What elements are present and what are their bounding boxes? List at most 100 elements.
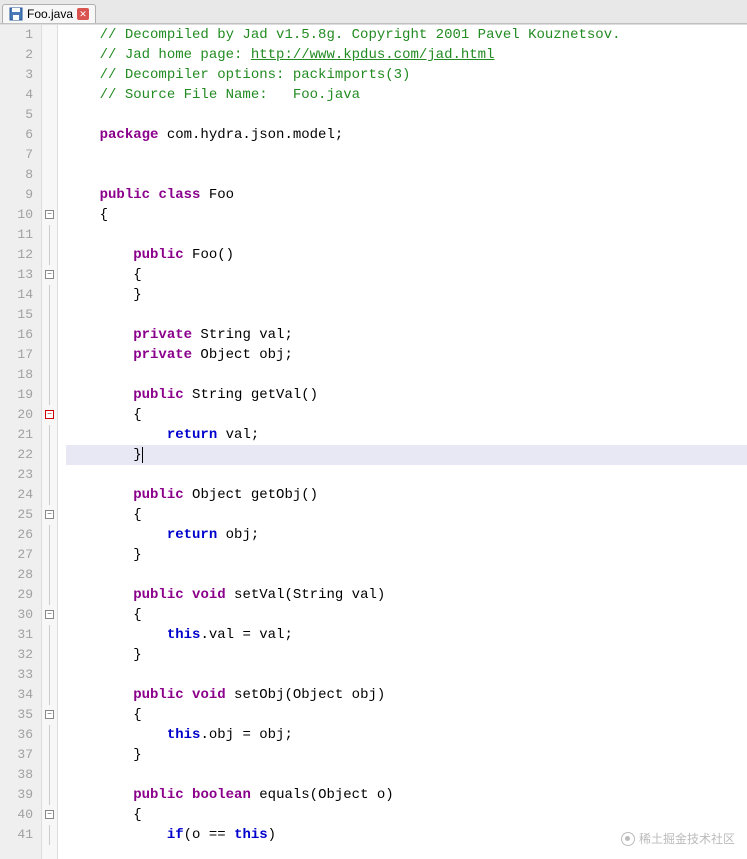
code-area[interactable]: // Decompiled by Jad v1.5.8g. Copyright … bbox=[58, 25, 747, 859]
code-token bbox=[66, 687, 133, 703]
line-number: 23 bbox=[0, 465, 33, 485]
fold-cell bbox=[42, 245, 57, 265]
code-token: private bbox=[133, 327, 192, 343]
code-line[interactable]: public boolean equals(Object o) bbox=[66, 785, 747, 805]
code-line[interactable]: private String val; bbox=[66, 325, 747, 345]
line-number: 29 bbox=[0, 585, 33, 605]
code-token: { bbox=[66, 407, 142, 423]
code-line[interactable]: { bbox=[66, 505, 747, 525]
line-number: 18 bbox=[0, 365, 33, 385]
code-line[interactable] bbox=[66, 305, 747, 325]
fold-toggle-icon[interactable]: − bbox=[45, 710, 54, 719]
code-line[interactable]: // Jad home page: http://www.kpdus.com/j… bbox=[66, 45, 747, 65]
code-token: return bbox=[167, 527, 217, 543]
save-icon bbox=[9, 7, 23, 21]
fold-cell bbox=[42, 625, 57, 645]
fold-cell bbox=[42, 565, 57, 585]
code-line[interactable]: // Source File Name: Foo.java bbox=[66, 85, 747, 105]
code-line[interactable] bbox=[66, 465, 747, 485]
code-token bbox=[66, 627, 167, 643]
code-token: if bbox=[167, 827, 184, 843]
fold-toggle-icon[interactable]: − bbox=[45, 510, 54, 519]
code-line[interactable] bbox=[66, 105, 747, 125]
code-line[interactable]: public String getVal() bbox=[66, 385, 747, 405]
code-token: public bbox=[133, 587, 183, 603]
line-number: 4 bbox=[0, 85, 33, 105]
code-token bbox=[66, 127, 100, 143]
code-line[interactable]: this.val = val; bbox=[66, 625, 747, 645]
code-line[interactable]: } bbox=[66, 285, 747, 305]
code-line[interactable] bbox=[66, 665, 747, 685]
fold-toggle-icon[interactable]: − bbox=[45, 610, 54, 619]
text-caret bbox=[142, 447, 143, 463]
code-token: public bbox=[133, 247, 183, 263]
code-token: Foo() bbox=[184, 247, 234, 263]
code-token: this bbox=[167, 627, 201, 643]
code-line[interactable]: } bbox=[66, 745, 747, 765]
line-number: 27 bbox=[0, 545, 33, 565]
code-line[interactable]: private Object obj; bbox=[66, 345, 747, 365]
code-token: Object obj; bbox=[192, 347, 293, 363]
file-tab[interactable]: Foo.java ✕ bbox=[2, 4, 96, 23]
fold-cell: − bbox=[42, 505, 57, 525]
code-line[interactable] bbox=[66, 365, 747, 385]
code-line[interactable]: return val; bbox=[66, 425, 747, 445]
code-token bbox=[66, 827, 167, 843]
fold-toggle-icon[interactable]: − bbox=[45, 410, 54, 419]
close-icon[interactable]: ✕ bbox=[77, 8, 89, 20]
code-line[interactable] bbox=[66, 225, 747, 245]
code-token: String val; bbox=[192, 327, 293, 343]
fold-toggle-icon[interactable]: − bbox=[45, 270, 54, 279]
code-line[interactable]: public void setObj(Object obj) bbox=[66, 685, 747, 705]
code-line[interactable]: { bbox=[66, 805, 747, 825]
fold-toggle-icon[interactable]: − bbox=[45, 810, 54, 819]
code-line[interactable] bbox=[66, 165, 747, 185]
line-number: 31 bbox=[0, 625, 33, 645]
fold-cell bbox=[42, 145, 57, 165]
code-line[interactable] bbox=[66, 145, 747, 165]
code-line[interactable] bbox=[66, 565, 747, 585]
code-line[interactable]: } bbox=[66, 645, 747, 665]
fold-cell bbox=[42, 385, 57, 405]
code-line[interactable]: return obj; bbox=[66, 525, 747, 545]
code-line[interactable]: this.obj = obj; bbox=[66, 725, 747, 745]
code-line[interactable]: // Decompiled by Jad v1.5.8g. Copyright … bbox=[66, 25, 747, 45]
code-token: com.hydra.json.model; bbox=[158, 127, 343, 143]
code-token: { bbox=[66, 267, 142, 283]
code-token bbox=[66, 327, 133, 343]
code-line[interactable]: // Decompiler options: packimports(3) bbox=[66, 65, 747, 85]
code-line[interactable]: public Object getObj() bbox=[66, 485, 747, 505]
code-token: public bbox=[133, 787, 183, 803]
line-number: 6 bbox=[0, 125, 33, 145]
fold-cell bbox=[42, 665, 57, 685]
code-line[interactable]: public class Foo bbox=[66, 185, 747, 205]
code-token bbox=[66, 387, 133, 403]
code-line[interactable] bbox=[66, 765, 747, 785]
code-token: class bbox=[158, 187, 200, 203]
line-number: 28 bbox=[0, 565, 33, 585]
fold-cell bbox=[42, 465, 57, 485]
code-token: public bbox=[133, 487, 183, 503]
code-line[interactable]: package com.hydra.json.model; bbox=[66, 125, 747, 145]
code-token: ) bbox=[268, 827, 276, 843]
fold-toggle-icon[interactable]: − bbox=[45, 210, 54, 219]
code-token: package bbox=[100, 127, 159, 143]
code-line[interactable]: { bbox=[66, 605, 747, 625]
code-line[interactable]: } bbox=[66, 545, 747, 565]
fold-cell bbox=[42, 125, 57, 145]
fold-cell bbox=[42, 585, 57, 605]
line-number: 21 bbox=[0, 425, 33, 445]
line-number: 19 bbox=[0, 385, 33, 405]
fold-cell bbox=[42, 645, 57, 665]
code-line[interactable]: public void setVal(String val) bbox=[66, 585, 747, 605]
fold-cell bbox=[42, 165, 57, 185]
code-token: equals(Object o) bbox=[251, 787, 394, 803]
code-line[interactable]: { bbox=[66, 405, 747, 425]
code-line[interactable]: { bbox=[66, 265, 747, 285]
code-line[interactable]: public Foo() bbox=[66, 245, 747, 265]
code-line[interactable]: { bbox=[66, 705, 747, 725]
fold-cell bbox=[42, 725, 57, 745]
code-line[interactable]: { bbox=[66, 205, 747, 225]
fold-cell bbox=[42, 425, 57, 445]
code-line[interactable]: } bbox=[66, 445, 747, 465]
